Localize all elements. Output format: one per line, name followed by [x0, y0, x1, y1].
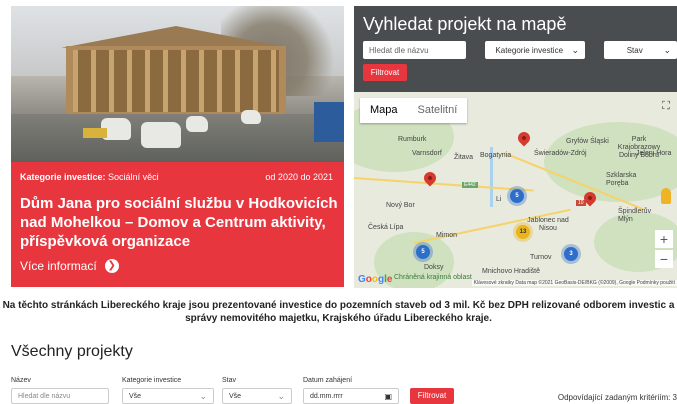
chevron-down-icon: ⌄	[663, 44, 671, 55]
category-value: Sociální věci	[108, 172, 159, 182]
map-town-label: Mimon	[436, 232, 458, 239]
status-filter-value: Vše	[229, 392, 242, 400]
map-name-search-input[interactable]: Hledat dle názvu	[363, 41, 466, 59]
category-filter-label: Kategorie investice	[122, 377, 182, 384]
road-number-label: E442	[462, 182, 478, 188]
date-filter-label: Datum zahájení	[303, 377, 353, 384]
map-town-label: Gryfów Śląski	[566, 138, 609, 145]
zoom-in-button[interactable]: +	[655, 230, 673, 248]
google-logo: Google	[358, 274, 393, 285]
project-map[interactable]: Rumburk Varnsdorf Žitava Bogatynia Gryfó…	[354, 92, 677, 288]
chevron-down-icon: ⌄	[571, 44, 579, 55]
map-town-label: Varnsdorf	[412, 150, 442, 157]
name-filter-placeholder: Hledat dle názvu	[18, 392, 71, 400]
map-filter-button[interactable]: Filtrovat	[363, 64, 407, 81]
map-town-label: Bogatynia	[480, 152, 512, 159]
project-info-panel: Kategorie investice: Sociální věci od 20…	[11, 162, 344, 287]
page-description: Na těchto stránkách Libereckého kraje js…	[2, 300, 675, 324]
fullscreen-icon[interactable]: ⛶	[659, 100, 673, 114]
category-filter-select[interactable]: Vše ⌄	[122, 388, 214, 404]
map-category-value: Kategorie investice	[495, 45, 564, 55]
map-cluster-marker[interactable]: 13	[516, 225, 530, 239]
map-town-label: Žitava	[454, 154, 474, 161]
project-dates: od 2020 do 2021	[265, 172, 333, 182]
map-town-label: Jablonec nad Nisou	[527, 217, 569, 232]
category-meta: Kategorie investice: Sociální věci	[20, 172, 159, 182]
map-cluster-marker[interactable]: 5	[510, 189, 524, 203]
section-title: Všechny projekty	[11, 343, 133, 360]
map-town-label: Doksy	[424, 264, 444, 271]
map-status-select[interactable]: Stav ⌄	[604, 41, 677, 59]
project-title[interactable]: Dům Jana pro sociální službu v Hodkovicí…	[20, 194, 340, 251]
more-info-label: Více informací	[20, 259, 97, 273]
map-town-label: Špindlerův Mlýn	[618, 208, 652, 223]
map-type-tabs: Mapa Satelitní	[360, 98, 468, 123]
date-filter-placeholder: dd.mm.rrrr	[310, 392, 343, 400]
map-cluster-marker[interactable]: 5	[416, 245, 430, 259]
map-town-label: Świeradów-Zdrój	[534, 150, 587, 157]
map-town-label: Li	[496, 196, 502, 203]
map-status-value: Stav	[626, 45, 643, 55]
zoom-out-button[interactable]: −	[655, 250, 673, 268]
map-search-heading: Vyhledat projekt na mapě	[363, 14, 567, 34]
map-town-label: Česká Lípa	[368, 224, 404, 231]
map-town-label: Turnov	[530, 254, 552, 261]
chevron-down-icon: ⌄	[199, 390, 207, 401]
map-town-label: Szklarska Poręba	[606, 172, 637, 187]
map-name-search-placeholder: Hledat dle názvu	[369, 45, 429, 55]
filter-button[interactable]: Filtrovat	[410, 388, 454, 404]
tab-map[interactable]: Mapa	[360, 98, 408, 123]
arrow-right-circle-icon: ❯	[104, 259, 119, 273]
name-filter-input[interactable]: Hledat dle názvu	[11, 388, 109, 404]
project-photo	[11, 6, 344, 162]
featured-project-card[interactable]: Kategorie investice: Sociální věci od 20…	[11, 6, 344, 287]
name-filter-label: Název	[11, 377, 31, 384]
more-info-link[interactable]: Více informací ❯	[20, 259, 119, 273]
tab-satellite[interactable]: Satelitní	[408, 98, 468, 123]
map-search-panel: Vyhledat projekt na mapě Hledat dle názv…	[354, 6, 677, 92]
status-filter-label: Stav	[222, 377, 237, 384]
map-pin-icon[interactable]	[515, 129, 533, 147]
status-filter-select[interactable]: Vše ⌄	[222, 388, 292, 404]
result-count: Odpovídající zadaným kritériím: 3	[557, 393, 677, 402]
map-cluster-marker[interactable]: 3	[564, 247, 578, 261]
chevron-down-icon: ⌄	[277, 390, 285, 401]
map-town-label: Jeleni Hora	[636, 150, 672, 157]
map-town-label: Mnichovo Hradiště	[482, 268, 540, 275]
map-town-label: Rumburk	[398, 136, 427, 143]
street-view-pegman-icon[interactable]	[661, 188, 671, 204]
map-town-label: Nový Bor	[386, 202, 415, 209]
category-filter-value: Vše	[129, 392, 142, 400]
calendar-icon[interactable]: ▣	[384, 392, 392, 401]
map-category-select[interactable]: Kategorie investice ⌄	[485, 41, 585, 59]
category-label: Kategorie investice:	[20, 172, 106, 182]
date-filter-input[interactable]: dd.mm.rrrr ▣	[303, 388, 399, 404]
map-attribution[interactable]: Klávesové zkratky Data map ©2021 GeoBasi…	[471, 280, 677, 286]
map-town-label: Chráněná krajinná oblast	[394, 274, 472, 281]
